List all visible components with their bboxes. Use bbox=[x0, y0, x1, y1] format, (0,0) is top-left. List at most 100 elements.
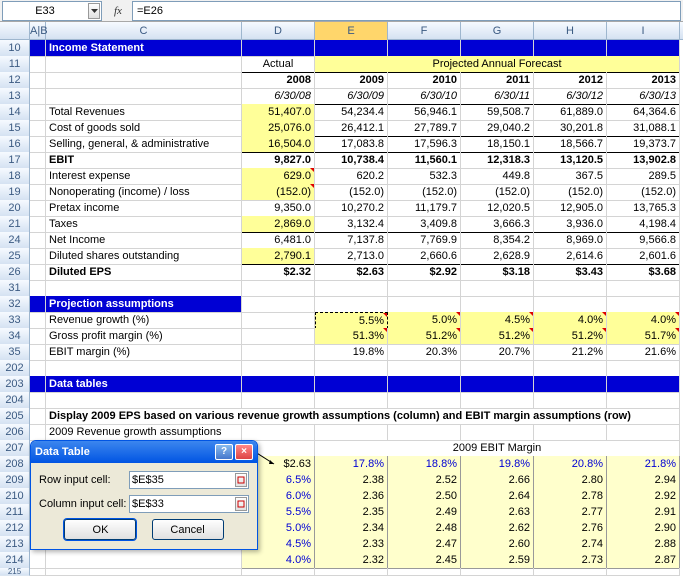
value-cell[interactable]: 25,076.0 bbox=[242, 120, 315, 137]
value-cell[interactable]: $3.68 bbox=[607, 264, 680, 281]
line-label[interactable]: Taxes bbox=[46, 216, 242, 233]
value-cell[interactable]: 4.0% bbox=[534, 312, 607, 329]
value-cell[interactable]: 10,270.2 bbox=[315, 200, 388, 217]
value-cell[interactable]: 11,560.1 bbox=[388, 152, 461, 169]
value-cell[interactable]: 4.0% bbox=[607, 312, 680, 329]
row-header[interactable]: 25 bbox=[0, 248, 30, 265]
column-input-cell[interactable]: $E$33 bbox=[129, 495, 249, 513]
value-cell[interactable] bbox=[242, 344, 315, 361]
value-cell[interactable]: 2,628.9 bbox=[461, 248, 534, 265]
value-cell[interactable]: (152.0) bbox=[607, 184, 680, 201]
dt-value[interactable]: 2.87 bbox=[607, 552, 680, 569]
ok-button[interactable]: OK bbox=[64, 519, 136, 540]
value-cell[interactable]: 367.5 bbox=[534, 168, 607, 185]
row-header[interactable]: 213 bbox=[0, 536, 30, 553]
value-cell[interactable]: 16,504.0 bbox=[242, 136, 315, 153]
dt-value[interactable]: 2.47 bbox=[388, 536, 461, 553]
assumption-label[interactable]: Gross profit margin (%) bbox=[46, 328, 242, 345]
value-cell[interactable]: 21.2% bbox=[534, 344, 607, 361]
value-cell[interactable]: 51.7% bbox=[607, 328, 680, 345]
row-input-cell[interactable]: $E$35 bbox=[129, 471, 249, 489]
value-cell[interactable]: 4.5% bbox=[461, 312, 534, 329]
value-cell[interactable]: 8,969.0 bbox=[534, 232, 607, 249]
value-cell[interactable]: (152.0) bbox=[461, 184, 534, 201]
col-header-C[interactable]: C bbox=[46, 22, 242, 40]
value-cell[interactable]: 5.0% bbox=[388, 312, 461, 329]
dt-value[interactable]: 2.49 bbox=[388, 504, 461, 521]
value-cell[interactable]: 2,614.6 bbox=[534, 248, 607, 265]
value-cell[interactable]: 19.8% bbox=[315, 344, 388, 361]
dt-value[interactable]: 2.94 bbox=[607, 472, 680, 489]
forecast-label[interactable]: Projected Annual Forecast bbox=[315, 56, 680, 73]
dt-value[interactable]: 2.45 bbox=[388, 552, 461, 569]
assumption-label[interactable]: EBIT margin (%) bbox=[46, 344, 242, 361]
row-header[interactable]: 24 bbox=[0, 232, 30, 249]
dt-value[interactable]: 2.59 bbox=[461, 552, 534, 569]
value-cell[interactable]: 26,412.1 bbox=[315, 120, 388, 137]
value-cell[interactable]: 19,373.7 bbox=[607, 136, 680, 153]
row-header[interactable]: 214 bbox=[0, 552, 30, 569]
value-cell[interactable]: 20.7% bbox=[461, 344, 534, 361]
value-cell[interactable]: 18,566.7 bbox=[534, 136, 607, 153]
value-cell[interactable]: 30,201.8 bbox=[534, 120, 607, 137]
row-header[interactable]: 10 bbox=[0, 40, 30, 57]
row-header[interactable]: 210 bbox=[0, 488, 30, 505]
value-cell[interactable]: 9,350.0 bbox=[242, 200, 315, 217]
value-cell[interactable]: 9,827.0 bbox=[242, 152, 315, 169]
row-header[interactable]: 32 bbox=[0, 296, 30, 313]
data-tables-title[interactable]: Data tables bbox=[46, 376, 242, 393]
value-cell[interactable]: $2.92 bbox=[388, 264, 461, 281]
dt-value[interactable]: 2.60 bbox=[461, 536, 534, 553]
line-label[interactable]: Nonoperating (income) / loss bbox=[46, 184, 242, 201]
dt-value[interactable]: 2.38 bbox=[315, 472, 388, 489]
value-cell[interactable]: 17,596.3 bbox=[388, 136, 461, 153]
row-header[interactable]: 21 bbox=[0, 216, 30, 233]
row-header[interactable]: 208 bbox=[0, 456, 30, 473]
dt-value[interactable]: 2.34 bbox=[315, 520, 388, 537]
line-label[interactable]: Diluted shares outstanding bbox=[46, 248, 242, 265]
dt-growth[interactable]: 4.0% bbox=[242, 552, 315, 569]
value-cell[interactable]: 56,946.1 bbox=[388, 104, 461, 121]
dt-value[interactable]: 2.74 bbox=[534, 536, 607, 553]
row-header[interactable]: 14 bbox=[0, 104, 30, 121]
value-cell[interactable]: 449.8 bbox=[461, 168, 534, 185]
revenue-growth-sub[interactable]: 2009 Revenue growth assumptions bbox=[46, 424, 242, 441]
fx-icon[interactable]: fx bbox=[114, 5, 122, 17]
col-header-AB[interactable]: A|B bbox=[30, 22, 46, 40]
name-box-dropdown-icon[interactable] bbox=[88, 3, 100, 19]
value-cell[interactable]: 12,905.0 bbox=[534, 200, 607, 217]
dt-value[interactable]: 2.76 bbox=[534, 520, 607, 537]
value-cell[interactable]: 2,713.0 bbox=[315, 248, 388, 265]
value-cell[interactable]: 3,409.8 bbox=[388, 216, 461, 233]
assumptions-title[interactable]: Projection assumptions bbox=[46, 296, 242, 313]
value-cell[interactable]: 17,083.8 bbox=[315, 136, 388, 153]
row-header[interactable]: 26 bbox=[0, 264, 30, 281]
value-cell[interactable]: $3.43 bbox=[534, 264, 607, 281]
ebit-margin-title[interactable]: 2009 EBIT Margin bbox=[315, 440, 680, 457]
value-cell[interactable]: 629.0 bbox=[242, 168, 315, 185]
value-cell[interactable]: 5.5% bbox=[315, 312, 388, 329]
col-header-G[interactable]: G bbox=[461, 22, 534, 40]
row-header[interactable]: 211 bbox=[0, 504, 30, 521]
row-header[interactable]: 12 bbox=[0, 72, 30, 89]
row-header[interactable]: 204 bbox=[0, 392, 30, 409]
line-label[interactable]: Pretax income bbox=[46, 200, 242, 217]
dt-value[interactable]: 2.91 bbox=[607, 504, 680, 521]
value-cell[interactable]: 29,040.2 bbox=[461, 120, 534, 137]
value-cell[interactable]: 7,769.9 bbox=[388, 232, 461, 249]
value-cell[interactable]: 3,666.3 bbox=[461, 216, 534, 233]
value-cell[interactable]: 13,902.8 bbox=[607, 152, 680, 169]
value-cell[interactable]: 11,179.7 bbox=[388, 200, 461, 217]
dt-value[interactable]: 2.88 bbox=[607, 536, 680, 553]
range-picker-icon[interactable] bbox=[235, 497, 247, 511]
name-box[interactable]: E33 bbox=[2, 1, 102, 21]
row-header[interactable]: 16 bbox=[0, 136, 30, 153]
row-header[interactable]: 15 bbox=[0, 120, 30, 137]
dt-value[interactable]: 2.63 bbox=[461, 504, 534, 521]
value-cell[interactable]: 13,120.5 bbox=[534, 152, 607, 169]
row-header[interactable]: 202 bbox=[0, 360, 30, 377]
row-header[interactable]: 11 bbox=[0, 56, 30, 73]
income-statement-title[interactable]: Income Statement bbox=[46, 40, 242, 57]
line-label[interactable]: Net Income bbox=[46, 232, 242, 249]
line-label[interactable]: Diluted EPS bbox=[46, 264, 242, 281]
